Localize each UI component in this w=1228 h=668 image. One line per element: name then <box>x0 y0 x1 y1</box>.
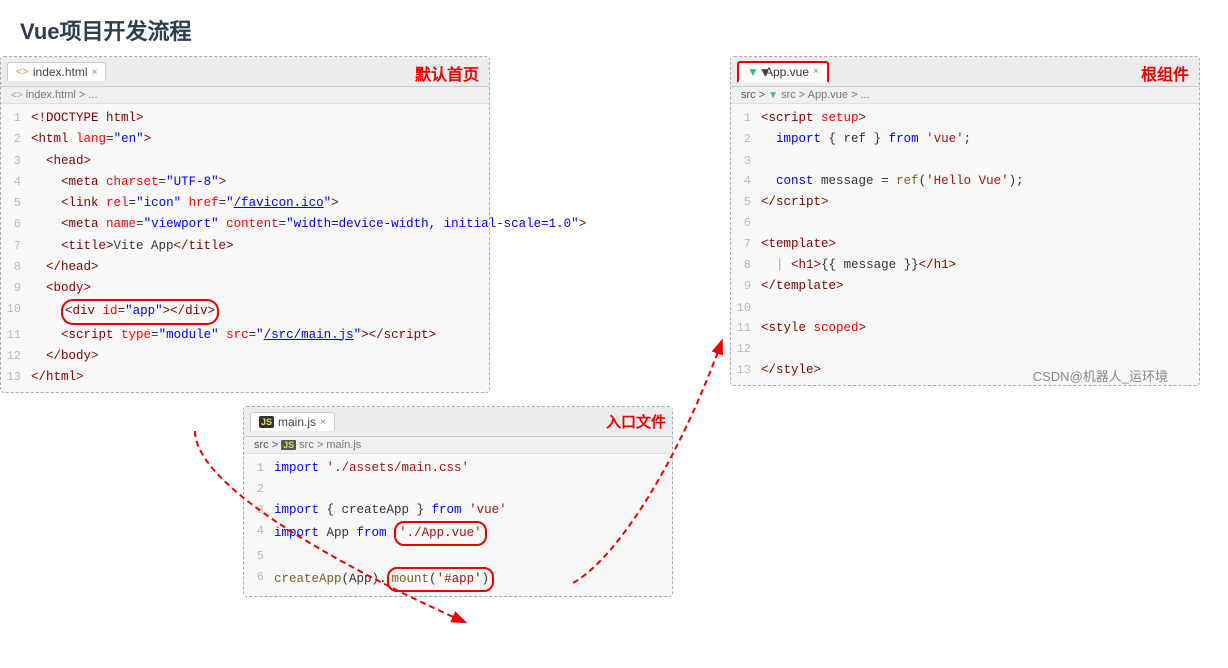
code-line-13: 13 </html> <box>1 367 489 388</box>
code-line-11: 11 <script type="module" src="/src/main.… <box>1 325 489 346</box>
index-tab-label: index.html <box>33 65 88 79</box>
index-tab[interactable]: <> index.html × <box>7 62 106 81</box>
main-line-6: 6 createApp(App).mount('#app') <box>244 567 672 592</box>
app-vue-panel: ▼ App.vue × src > ▼ src > App.vue > ... … <box>730 56 1200 386</box>
app-line-5: 5 </script> <box>731 192 1199 213</box>
main-panel-label: 入口文件 <box>606 411 666 432</box>
main-code-area: 1 import './assets/main.css' 2 3 import … <box>244 454 672 596</box>
page-title: Vue项目开发流程 <box>0 0 1228 56</box>
code-line-1: 1 <!DOCTYPE html> <box>1 108 489 129</box>
app-tab-label: App.vue <box>765 65 809 79</box>
index-code-area: 1 <!DOCTYPE html> 2 <html lang="en"> 3 <… <box>1 104 489 392</box>
app-line-10: 10 <box>731 298 1199 318</box>
main-line-1: 1 import './assets/main.css' <box>244 458 672 479</box>
breadcrumb-html-icon: <> <box>11 90 23 101</box>
code-line-4: 4 <meta charset="UTF-8"> <box>1 172 489 193</box>
vue-icon: ▼ <box>747 65 761 79</box>
app-line-11: 11 <style scoped> <box>731 318 1199 339</box>
html-icon: <> <box>16 66 29 78</box>
main-js-panel: JS main.js × 入口文件 src > JS src > main.js… <box>243 406 673 597</box>
main-tab-bar: JS main.js × 入口文件 <box>244 407 672 437</box>
app-breadcrumb: src > ▼ src > App.vue > ... <box>731 87 1199 104</box>
code-line-12: 12 </body> <box>1 346 489 367</box>
main-line-4: 4 import App from './App.vue' <box>244 521 672 546</box>
main-breadcrumb: src > JS src > main.js <box>244 437 672 454</box>
app-panel-label: 根组件 <box>1141 61 1189 85</box>
index-close-btn[interactable]: × <box>92 67 98 78</box>
code-line-5: 5 <link rel="icon" href="/favicon.ico"> <box>1 193 489 214</box>
app-line-9: 9 </template> <box>731 276 1199 297</box>
js-icon: JS <box>259 416 274 428</box>
code-line-7: 7 <title>Vite App</title> <box>1 236 489 257</box>
main-tab-label: main.js <box>278 415 316 429</box>
index-breadcrumb: <> index.html > ... <box>1 87 489 104</box>
breadcrumb-js-icon: JS <box>281 440 296 450</box>
app-breadcrumb-text: src > App.vue > ... <box>781 89 870 101</box>
main-breadcrumb-text: src > main.js <box>299 439 361 451</box>
app-close-btn[interactable]: × <box>813 66 819 77</box>
app-line-2: 2 import { ref } from 'vue'; <box>731 129 1199 150</box>
app-tab[interactable]: ▼ App.vue × <box>737 61 829 83</box>
code-line-9: 9 <body> <box>1 278 489 299</box>
main-line-3: 3 import { createApp } from 'vue' <box>244 500 672 521</box>
app-line-8: 8 | <h1>{{ message }}</h1> <box>731 255 1199 276</box>
main-line-2: 2 <box>244 479 672 499</box>
main-line-5: 5 <box>244 546 672 566</box>
code-line-6: 6 <meta name="viewport" content="width=d… <box>1 214 489 235</box>
index-breadcrumb-text: index.html > ... <box>26 89 98 101</box>
code-line-2: 2 <html lang="en"> <box>1 129 489 150</box>
code-line-8: 8 </head> <box>1 257 489 278</box>
main-close-btn[interactable]: × <box>320 417 326 428</box>
app-line-6: 6 <box>731 213 1199 233</box>
code-line-10: 10 <div id="app"></div> <box>1 299 489 324</box>
app-line-7: 7 <template> <box>731 234 1199 255</box>
main-tab[interactable]: JS main.js × <box>250 412 335 431</box>
app-code-area: 1 <script setup> 2 import { ref } from '… <box>731 104 1199 385</box>
app-tab-bar: ▼ App.vue × <box>731 57 1199 87</box>
app-line-12: 12 <box>731 339 1199 359</box>
watermark: CSDN@机器人_运环境 <box>1033 366 1168 385</box>
breadcrumb-vue-icon: ▼ <box>768 90 778 101</box>
index-panel-label: 默认首页 <box>415 61 479 85</box>
app-line-1: 1 <script setup> <box>731 108 1199 129</box>
app-line-4: 4 const message = ref('Hello Vue'); <box>731 171 1199 192</box>
app-line-3: 3 <box>731 151 1199 171</box>
index-html-panel: <> index.html × <> index.html > ... 默认首页… <box>0 56 490 393</box>
code-line-3: 3 <head> <box>1 151 489 172</box>
